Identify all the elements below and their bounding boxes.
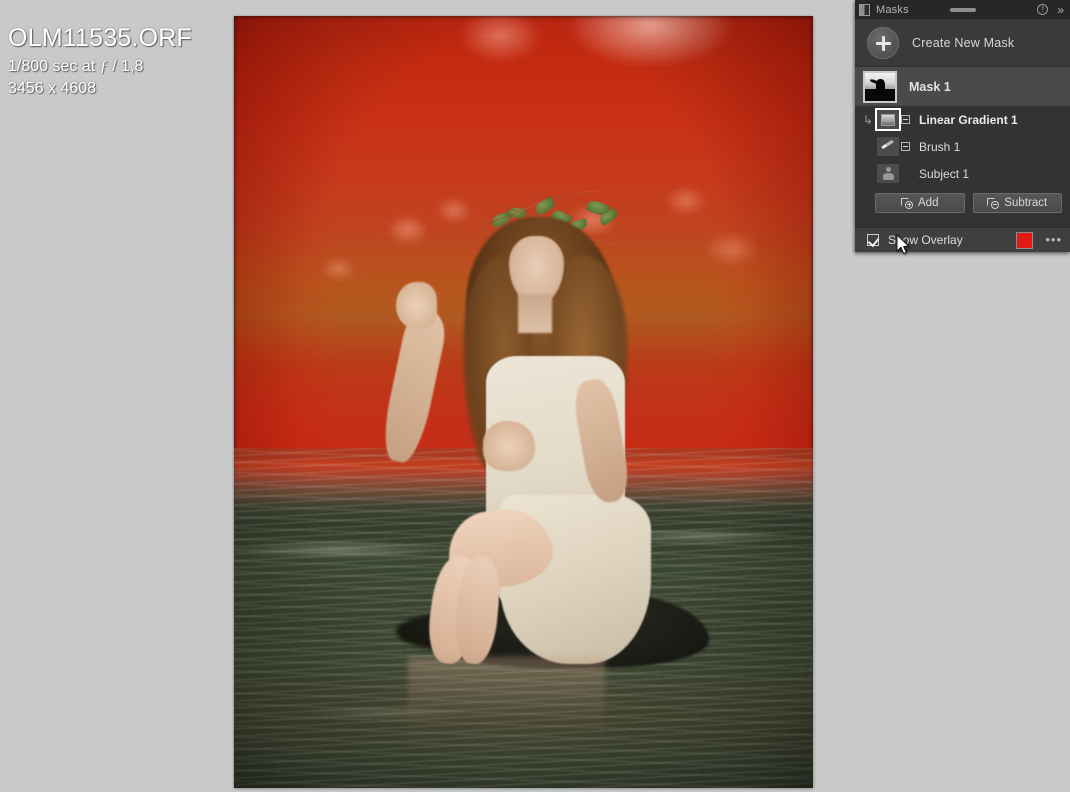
show-overlay-label: Show Overlay <box>888 233 963 247</box>
split-square-icon <box>859 3 870 16</box>
mask-item-label: Linear Gradient 1 <box>919 112 1018 127</box>
mask-item-label: Subject 1 <box>919 166 970 181</box>
mask-item-brush[interactable]: Brush 1 <box>855 133 1070 160</box>
lightroom-develop-screen: OLM11535.ORF 1/800 sec at ƒ / 1,8 3456 x… <box>0 0 1070 792</box>
double-chevron-right-icon[interactable]: » <box>1057 4 1064 16</box>
lower-hand <box>482 421 536 472</box>
overlay-color-swatch[interactable] <box>1016 231 1034 249</box>
photo-canvas <box>234 16 813 788</box>
left-arm <box>377 306 450 467</box>
photo-dimensions: 3456 x 4608 <box>8 80 97 97</box>
drag-handle-icon[interactable] <box>949 8 976 12</box>
mask-item-label: Brush 1 <box>919 139 961 154</box>
add-button[interactable]: Add <box>875 193 965 213</box>
mask-item-linear-gradient[interactable]: ↳ Linear Gradient 1 <box>855 106 1070 133</box>
aperture-value: / 1,8 <box>112 58 144 75</box>
mask-group-label: Mask 1 <box>909 79 951 94</box>
overlay-more-icon[interactable]: ••• <box>1045 233 1062 246</box>
overlay-bar-actions: ••• <box>1016 231 1062 249</box>
photo-exposure-info: 1/800 sec at ƒ / 1,8 <box>8 56 228 78</box>
add-mask-icon <box>901 197 914 209</box>
create-new-mask-label: Create New Mask <box>912 35 1015 50</box>
aperture-f-glyph: ƒ <box>99 58 108 75</box>
plus-icon[interactable] <box>867 26 899 59</box>
exposure-prefix: 1/800 sec at <box>8 58 96 75</box>
brush-icon[interactable] <box>877 137 899 156</box>
collapse-minus-icon[interactable] <box>901 115 910 124</box>
raised-hand <box>396 282 437 329</box>
collapse-minus-icon[interactable] <box>901 142 910 151</box>
show-overlay-checkbox[interactable] <box>867 234 879 246</box>
masks-panel-title: Masks <box>876 3 909 16</box>
photo-info-overlay: OLM11535.ORF 1/800 sec at ƒ / 1,8 3456 x… <box>8 24 228 100</box>
mask-thumbnail[interactable] <box>863 70 897 103</box>
photo-preview[interactable] <box>234 16 813 788</box>
subtract-button-label: Subtract <box>1004 197 1048 209</box>
mask-group-row[interactable]: Mask 1 <box>855 67 1070 106</box>
subtract-mask-icon <box>987 197 1000 209</box>
add-subtract-row: Add Subtract <box>855 187 1070 221</box>
photo-file-name: OLM11535.ORF <box>8 24 192 52</box>
subtract-button[interactable]: Subtract <box>972 193 1062 213</box>
show-overlay-bar: Show Overlay ••• <box>855 227 1070 252</box>
titlebar-actions: ! » <box>1037 4 1064 16</box>
create-new-mask-button[interactable]: Create New Mask <box>855 19 1070 67</box>
linear-gradient-icon[interactable] <box>875 108 901 131</box>
add-button-label: Add <box>918 197 939 209</box>
mask-item-subject[interactable]: Subject 1 <box>855 160 1070 187</box>
neck <box>517 293 553 333</box>
mask-list: Mask 1 ↳ Linear Gradient 1 Brush 1 Subje… <box>855 67 1070 227</box>
masks-panel: Masks ! » Create New Mask Mask 1 ↳ Linea… <box>855 0 1070 252</box>
info-icon[interactable]: ! <box>1037 4 1049 15</box>
masks-panel-titlebar[interactable]: Masks ! » <box>855 0 1070 19</box>
water-reflection <box>407 656 605 765</box>
subject-person-icon[interactable] <box>877 164 899 183</box>
child-arrow-icon: ↳ <box>863 112 874 127</box>
